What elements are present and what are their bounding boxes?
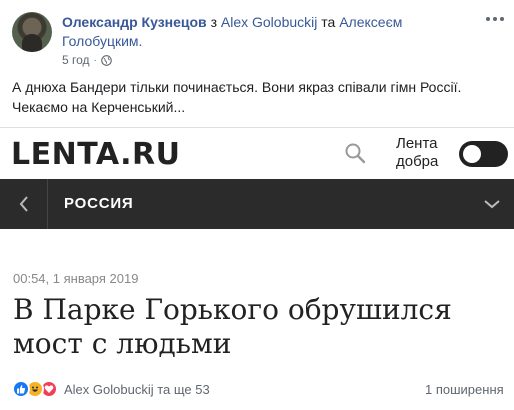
dobra-line-1: Лента	[396, 135, 438, 152]
tagged-user-link-1[interactable]: Alex Golobuckij	[221, 14, 318, 30]
post-header: Олександр Кузнецов з Alex Golobuckij та …	[62, 13, 472, 51]
toggle-knob	[463, 145, 481, 163]
lenta-logo: LENTA.RU	[11, 137, 181, 172]
section-title: РОССИЯ	[64, 195, 134, 212]
meta-separator: ·	[93, 54, 97, 66]
facebook-post: Олександр Кузнецов з Alex Golobuckij та …	[0, 0, 514, 410]
section-nav-bar: РОССИЯ	[0, 179, 514, 229]
shared-link-card[interactable]: LENTA.RU Лента добра РОССИЯ 00:54, 1 янв…	[0, 127, 514, 370]
search-icon	[345, 143, 366, 164]
author-avatar[interactable]	[12, 12, 52, 52]
with-word: з	[210, 14, 217, 30]
reactions-summary[interactable]: Alex Golobuckij та ще 53	[12, 379, 210, 399]
chevron-down-icon	[470, 179, 514, 229]
lenta-header: LENTA.RU Лента добра	[0, 128, 514, 179]
chevron-left-icon	[0, 179, 48, 229]
more-options-icon[interactable]	[486, 12, 504, 26]
post-timestamp[interactable]: 5 год	[62, 53, 90, 67]
post-meta: 5 год ·	[62, 53, 112, 67]
and-word: та	[321, 14, 336, 30]
lenta-dobra-toggle	[459, 141, 508, 167]
article-title: В Парке Горького обрушился мост с людьми	[13, 293, 452, 360]
post-text: А днюха Бандери тільки починається. Вони…	[12, 79, 462, 115]
lenta-dobra-label: Лента добра	[396, 135, 438, 171]
globe-icon[interactable]	[101, 54, 112, 66]
dobra-line-2: добра	[396, 153, 439, 170]
article-date: 00:54, 1 января 2019	[13, 271, 139, 286]
reaction-names[interactable]: Alex Golobuckij та ще 53	[64, 382, 210, 397]
shares-count[interactable]: 1 поширення	[425, 382, 504, 397]
author-name-link[interactable]: Олександр Кузнецов	[62, 14, 207, 30]
like-reaction-icon	[12, 380, 30, 398]
